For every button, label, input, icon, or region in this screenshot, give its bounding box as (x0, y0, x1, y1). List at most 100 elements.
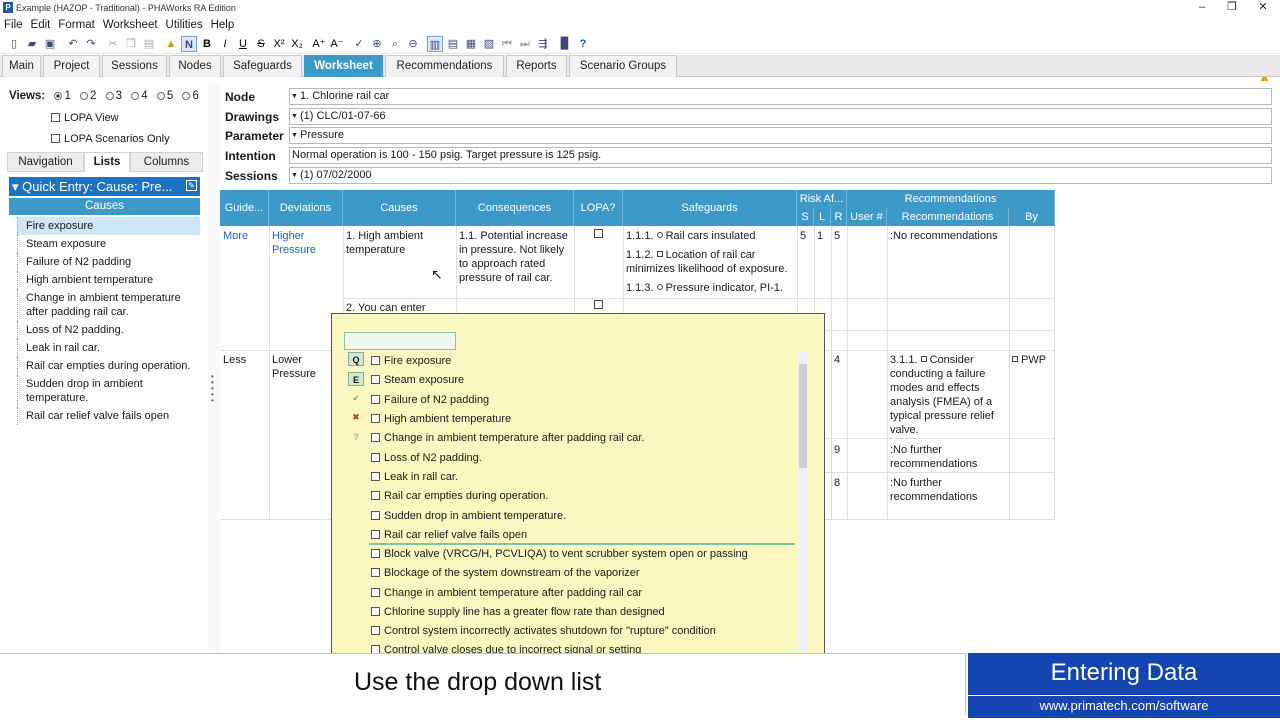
col-l[interactable]: L (814, 208, 831, 226)
minimize-button[interactable]: – (1187, 0, 1217, 16)
subtab-columns[interactable]: Columns (130, 152, 203, 172)
drawings-field[interactable]: ▼ (1) CLC/01-07-66 (289, 108, 1272, 125)
save-icon[interactable]: ▣ (42, 36, 58, 52)
view-radio-6[interactable] (182, 92, 191, 100)
dropdown-item[interactable]: Chlorine supply line has a greater flow … (371, 603, 665, 622)
italic-icon[interactable]: I (217, 36, 233, 52)
dropdown-arrow-icon[interactable]: ▼ (291, 109, 298, 124)
list-item[interactable]: Leak in rail car. (17, 339, 200, 357)
col-safeguards[interactable]: Safeguards (623, 190, 797, 226)
col-consequences[interactable]: Consequences (456, 190, 574, 226)
dropdown-arrow-icon[interactable]: ▼ (291, 89, 298, 104)
find-icon[interactable]: ⌕ (387, 36, 403, 52)
view-option-3[interactable]: 3 (116, 90, 122, 102)
quick-entry-header[interactable]: ▾ Quick Entry: Cause: Pre... ✎ (9, 177, 200, 196)
tab-scenario-groups[interactable]: Scenario Groups (569, 55, 677, 77)
consequence[interactable]: 1.1. Potential increase in pressure. Not… (459, 229, 571, 285)
paste-icon[interactable]: ▤ (141, 36, 157, 52)
dropdown-arrow-icon[interactable]: ▼ (291, 128, 298, 143)
dropdown-item[interactable]: Steam exposure (371, 371, 464, 390)
undo-icon[interactable]: ↶ (65, 36, 81, 52)
goto-icon[interactable]: ⇶ (535, 36, 551, 52)
scroll-thumb[interactable] (799, 364, 807, 468)
view-option-4[interactable]: 4 (141, 90, 147, 102)
cause[interactable]: 1. High ambient temperature (346, 229, 452, 257)
view-option-1[interactable]: 1 (64, 90, 70, 102)
list-item[interactable]: Change in ambient temperature after padd… (17, 289, 200, 321)
rows-icon[interactable]: ▤ (445, 36, 461, 52)
likelihood[interactable]: 1 (817, 229, 823, 243)
recommendation[interactable]: :No recommendations (890, 229, 1008, 243)
risk[interactable]: 8 (834, 476, 840, 490)
normal-text-icon[interactable]: N (181, 36, 197, 52)
recommendation[interactable]: 3.1.1. Consider conducting a failure mod… (890, 353, 1006, 437)
expand-icon[interactable]: ▧ (481, 36, 497, 52)
responsible[interactable]: PWP (1012, 353, 1046, 367)
col-by[interactable]: By (1009, 208, 1055, 226)
superscript-icon[interactable]: X² (271, 36, 287, 52)
close-button[interactable]: ✕ (1248, 0, 1278, 16)
dropdown-item[interactable]: Loss of N2 padding. (371, 449, 482, 468)
col-r[interactable]: R (831, 208, 847, 226)
subtab-lists[interactable]: Lists (84, 152, 130, 172)
dropdown-item[interactable]: Block valve (VRCG/H, PCVLIQA) to vent sc… (371, 545, 748, 564)
panel-splitter[interactable]: • • • • • (208, 84, 220, 654)
col-guide[interactable]: Guide... (220, 190, 269, 226)
accept-icon[interactable]: ✔ (348, 391, 364, 405)
col-deviations[interactable]: Deviations (269, 190, 343, 226)
cut-icon[interactable]: ✂ (105, 36, 121, 52)
menu-file[interactable]: File (0, 16, 27, 34)
spellcheck-icon[interactable]: ✓ (351, 36, 367, 52)
menu-help[interactable]: Help (207, 16, 239, 34)
col-user[interactable]: User # (847, 208, 887, 226)
col-risk-group[interactable]: Risk Af... (797, 190, 847, 208)
list-item[interactable]: Rail car empties during operation. (17, 357, 200, 375)
increase-font-icon[interactable]: A⁺ (311, 36, 327, 52)
guide-word[interactable]: More (223, 229, 248, 243)
sessions-field[interactable]: ▼ (1) 07/02/2000 (289, 167, 1272, 184)
view-option-5[interactable]: 5 (167, 90, 173, 102)
edit-list-icon[interactable]: E (348, 372, 364, 386)
dropdown-item[interactable]: High ambient temperature (371, 410, 511, 429)
col-lopa[interactable]: LOPA? (574, 190, 623, 226)
first-record-icon[interactable]: ⏮ (499, 36, 515, 52)
deviation[interactable]: Lower Pressure (272, 353, 340, 381)
tab-main[interactable]: Main (2, 55, 41, 77)
layout-icon[interactable]: ▥ (427, 36, 443, 52)
zoom-icon[interactable]: ⊕ (369, 36, 385, 52)
view-radio-2[interactable] (80, 92, 89, 100)
recommendation[interactable]: :No further recommendations (890, 476, 1006, 504)
tab-project[interactable]: Project (43, 55, 100, 77)
dropdown-item[interactable]: Change in ambient temperature after padd… (371, 429, 645, 448)
dropdown-item[interactable]: Control system incorrectly activates shu… (371, 622, 716, 641)
risk[interactable]: 9 (834, 443, 840, 457)
safeguard[interactable]: 1.1.1. Rail cars insulated (626, 229, 796, 243)
severity[interactable]: 5 (800, 229, 806, 243)
subscript-icon[interactable]: X₂ (289, 36, 305, 52)
dropdown-scrollbar[interactable] (798, 352, 808, 652)
dropdown-item[interactable]: Fire exposure (371, 352, 451, 371)
col-causes[interactable]: Causes (343, 190, 456, 226)
quick-entry-icon[interactable]: Q (348, 352, 364, 366)
view-radio-1[interactable] (54, 92, 63, 100)
copy-icon[interactable]: ❐ (123, 36, 139, 52)
guide-word[interactable]: Less (223, 353, 246, 367)
cause-edit-input[interactable] (344, 332, 456, 350)
book-icon[interactable]: ▉ (557, 36, 573, 52)
recommendation[interactable]: :No further recommendations (890, 443, 1006, 471)
lopa-scenarios-checkbox[interactable]: LOPA Scenarios Only (51, 133, 170, 145)
zoom-out-icon[interactable]: ⊖ (405, 36, 421, 52)
subtab-navigation[interactable]: Navigation (7, 152, 84, 172)
list-item[interactable]: Fire exposure (17, 217, 200, 235)
view-option-2[interactable]: 2 (90, 90, 96, 102)
intention-field[interactable]: Normal operation is 100 - 150 psig. Targ… (289, 147, 1272, 164)
menu-edit[interactable]: Edit (27, 16, 55, 34)
dropdown-item[interactable]: Failure of N2 padding (371, 391, 489, 410)
risk[interactable]: 5 (834, 229, 840, 243)
dropdown-item[interactable]: Sudden drop in ambient temperature. (371, 507, 566, 526)
parameter-field[interactable]: ▼ Pressure (289, 127, 1272, 144)
dropdown-item[interactable]: Change in ambient temperature after padd… (371, 584, 642, 603)
decrease-font-icon[interactable]: A⁻ (329, 36, 345, 52)
tab-sessions[interactable]: Sessions (102, 55, 167, 77)
list-item[interactable]: Failure of N2 padding (17, 253, 200, 271)
